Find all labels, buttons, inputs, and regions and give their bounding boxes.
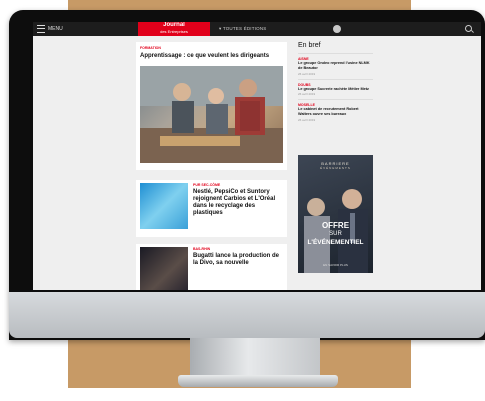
brief-item[interactable]: MOSELLE Le cabinet de recrutement Robert…	[298, 99, 373, 125]
editions-dropdown[interactable]: ▾ TOUTES ÉDITIONS	[219, 26, 267, 32]
brief-text[interactable]: Le groupe Ondeo reprend l'usine NLMK de …	[298, 61, 373, 71]
logo-text: Journal	[163, 22, 185, 28]
backdrop-floor	[0, 388, 485, 401]
sidebar-title: En bref	[298, 42, 321, 49]
ad-footer[interactable]: EN SAVOIR PLUS	[298, 263, 373, 267]
main-article-title[interactable]: Apprentissage : ce que veulent les dirig…	[140, 53, 286, 60]
search-icon[interactable]	[465, 25, 472, 32]
advertisement-banner[interactable]: BARRIERE ÉVÉNEMENTS OFFRE SUR L'ÉVÉNEMEN…	[298, 155, 373, 273]
article-card-2[interactable]: BAS-RHIN Bugatti lance la production de …	[136, 244, 287, 290]
brief-date: 26 avril 2019	[298, 117, 316, 122]
brief-text[interactable]: Le cabinet de recrutement Robert Walters…	[298, 107, 373, 117]
menu-button[interactable]: MENU	[37, 25, 63, 33]
monitor-stand	[190, 338, 320, 378]
menu-label: MENU	[48, 26, 63, 32]
site-logo[interactable]: Journal des Entreprises	[138, 22, 210, 36]
news-brief-sidebar: En bref AISNE Le groupe Ondeo reprend l'…	[298, 42, 373, 125]
monitor-stand-base	[178, 375, 338, 387]
brief-date: 26 avril 2019	[298, 92, 316, 97]
ad-line-2: SUR	[329, 231, 342, 237]
top-navigation-bar: MENU Journal des Entreprises ▾ TOUTES ÉD…	[33, 22, 481, 36]
monitor-chin	[9, 292, 485, 338]
article-tag-2: BAS-RHIN	[193, 247, 211, 251]
screen: MENU Journal des Entreprises ▾ TOUTES ÉD…	[33, 22, 481, 290]
article-title-1[interactable]: Nestlé, PepsiCo et Suntory rejoignent Ca…	[193, 189, 283, 217]
article-tag-1: PUR SEC-CÔME	[193, 183, 221, 187]
article-thumbnail-2[interactable]	[140, 247, 188, 290]
brief-text[interactable]: Le groupe Sucrerie rachète Métier Metz	[298, 87, 373, 92]
brief-date: 26 avril 2019	[298, 71, 316, 76]
article-thumbnail-1[interactable]	[140, 183, 188, 229]
ad-line-3: L'ÉVÉNEMENTIEL	[307, 239, 364, 246]
ad-line-1: OFFRE	[321, 221, 350, 230]
main-article-card[interactable]: FORMATION Apprentissage : ce que veulent…	[136, 42, 287, 170]
editions-label: TOUTES ÉDITIONS	[222, 26, 267, 31]
brief-item[interactable]: DOUBS Le groupe Sucrerie rachète Métier …	[298, 78, 373, 100]
main-article-photo[interactable]	[140, 66, 283, 163]
article-title-2[interactable]: Bugatti lance la production de la Divo, …	[193, 253, 283, 267]
menu-icon	[37, 25, 45, 33]
logo-subtitle: des Entreprises	[160, 29, 188, 34]
main-article-tag: FORMATION	[140, 46, 161, 50]
article-card-1[interactable]: PUR SEC-CÔME Nestlé, PepsiCo et Suntory …	[136, 180, 287, 237]
brief-item[interactable]: AISNE Le groupe Ondeo reprend l'usine NL…	[298, 53, 373, 79]
user-icon[interactable]	[333, 25, 341, 33]
ad-brand-sub: ÉVÉNEMENTS	[320, 166, 351, 170]
